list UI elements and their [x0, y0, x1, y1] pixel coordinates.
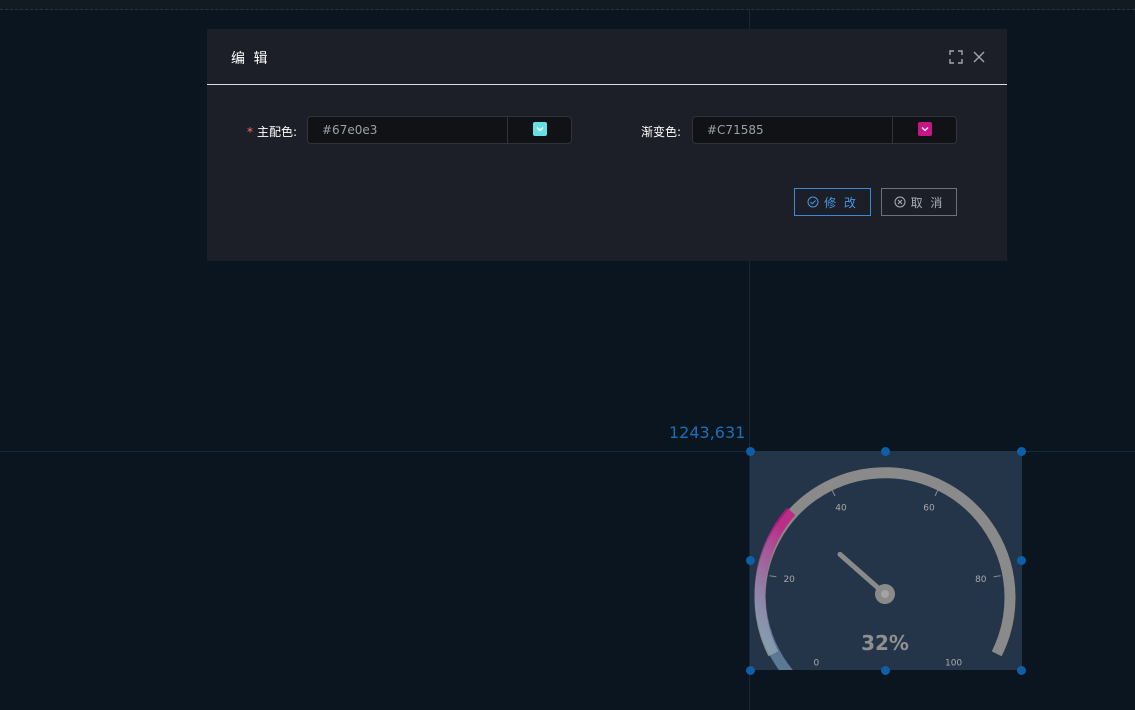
- gradient-color-input[interactable]: [693, 117, 893, 143]
- resize-handle-top-left[interactable]: [746, 447, 755, 456]
- gauge-tick-label: 80: [975, 575, 987, 585]
- gauge-progress-arc: [754, 507, 796, 670]
- primary-color-label: * 主配色:: [247, 125, 298, 139]
- resize-handle-top-center[interactable]: [881, 447, 890, 456]
- gauge-chart: 0 20 40 60 80 100 32%: [754, 467, 1016, 670]
- close-icon[interactable]: [971, 49, 987, 65]
- gauge-widget[interactable]: 0 20 40 60 80 100 32%: [750, 451, 1022, 670]
- gauge-tick-label: 0: [814, 659, 820, 669]
- gauge-tick-label: 40: [835, 504, 847, 514]
- dialog-header: 编 辑: [207, 29, 1007, 85]
- gradient-color-field: [692, 116, 957, 144]
- gauge-value-label: 32%: [861, 631, 909, 655]
- gauge-tick-label: 100: [945, 659, 962, 669]
- chevron-down-icon: [921, 127, 929, 132]
- gauge-tick: [993, 575, 1001, 578]
- cancel-button-label: 取 消: [910, 195, 945, 210]
- gauge-tick: [769, 575, 777, 578]
- gradient-color-picker[interactable]: [918, 122, 932, 136]
- gauge-tick-label: 60: [923, 504, 935, 514]
- required-mark: *: [247, 125, 253, 139]
- fullscreen-icon[interactable]: [948, 49, 964, 65]
- gauge-tick: [934, 489, 939, 497]
- resize-handle-middle-right[interactable]: [1017, 556, 1026, 565]
- coordinate-readout: 1243,631: [669, 423, 746, 442]
- resize-handle-top-right[interactable]: [1017, 447, 1026, 456]
- primary-color-picker[interactable]: [533, 122, 547, 136]
- top-bar: [0, 0, 1135, 10]
- close-circle-icon: [894, 196, 906, 208]
- edit-dialog: 编 辑 *主配色: 渐变色:: [207, 29, 1007, 261]
- chevron-down-icon: [536, 127, 544, 132]
- cancel-button[interactable]: 取 消: [881, 188, 957, 216]
- resize-handle-middle-left[interactable]: [746, 556, 755, 565]
- primary-color-input[interactable]: [308, 117, 508, 143]
- gradient-color-label: 渐变色:: [641, 125, 682, 139]
- resize-handle-bottom-left[interactable]: [746, 666, 755, 675]
- resize-handle-bottom-center[interactable]: [881, 666, 890, 675]
- primary-color-field: [307, 116, 572, 144]
- confirm-button-label: 修 改: [824, 195, 858, 210]
- dialog-title: 编 辑: [231, 51, 270, 67]
- check-circle-icon: [807, 196, 819, 208]
- resize-handle-bottom-right[interactable]: [1017, 666, 1026, 675]
- gauge-tick-label: 20: [783, 575, 795, 585]
- gauge-tick: [831, 489, 836, 497]
- confirm-button[interactable]: 修 改: [794, 188, 871, 216]
- gauge-track: [754, 467, 1016, 657]
